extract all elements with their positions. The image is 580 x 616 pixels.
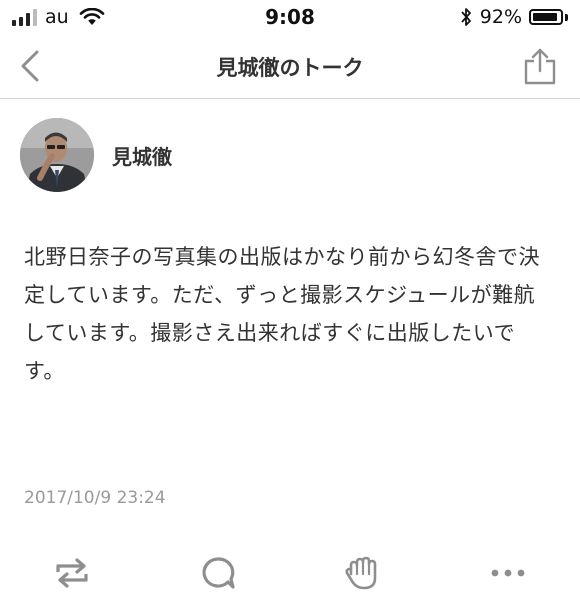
- action-bar: [0, 545, 580, 601]
- avatar[interactable]: [20, 118, 94, 192]
- applause-icon: [345, 556, 377, 590]
- battery-icon: [529, 9, 563, 25]
- author-name[interactable]: 見城徹: [112, 141, 172, 170]
- avatar-photo: [20, 118, 94, 192]
- more-button[interactable]: [488, 553, 528, 593]
- repost-icon: [56, 558, 88, 588]
- post-text: 北野日奈子の写真集の出版はかなり前から幻冬舎で決定しています。ただ、ずっと撮影ス…: [24, 245, 540, 383]
- comment-icon: [202, 557, 235, 589]
- share-icon: [524, 48, 556, 85]
- share-button[interactable]: [518, 44, 562, 88]
- more-icon: [491, 569, 525, 577]
- author-row[interactable]: 見城徹: [20, 118, 172, 192]
- talk-screen: au 9:08 92% 見城徹のトーク 見城徹 北野日奈子の写真集の出版はかなり…: [0, 0, 580, 616]
- nav-bar: 見城徹のトーク: [0, 34, 580, 99]
- bluetooth-icon: [461, 8, 471, 26]
- battery-fill: [533, 13, 557, 21]
- applause-button[interactable]: [342, 553, 382, 593]
- battery-percent: 92%: [479, 6, 522, 28]
- status-right: 92%: [460, 6, 568, 28]
- battery-tip: [565, 13, 568, 21]
- page-title: 見城徹のトーク: [216, 56, 364, 80]
- repost-button[interactable]: [52, 553, 92, 593]
- status-bar: au 9:08 92%: [0, 0, 580, 34]
- comment-button[interactable]: [198, 553, 238, 593]
- post-timestamp: 2017/10/9 23:24: [24, 488, 166, 508]
